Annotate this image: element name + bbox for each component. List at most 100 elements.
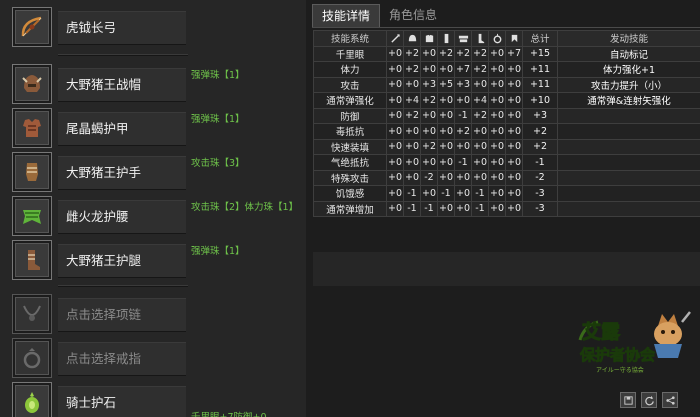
slot-weapon[interactable]: 虎钺长弓 — [0, 7, 306, 47]
table-row: 攻击 +0 +0 +3 +5 +3 +0 +0 +0 +11 攻击力提升（小） — [313, 76, 700, 93]
skill-point-cell: +0 — [386, 45, 404, 62]
slot-talisman-name[interactable]: 骑士护石 — [58, 386, 186, 417]
skill-point-cell: +0 — [505, 154, 523, 171]
table-header-row: 技能系统 总计 发动技能 — [313, 30, 700, 47]
activated-skill-cell: 自动标记 — [557, 45, 700, 62]
talisman-icon[interactable] — [12, 382, 52, 417]
airou-cat-icon — [654, 311, 691, 358]
skill-name-cell: 通常弹增加 — [313, 200, 387, 217]
skill-point-cell: +0 — [505, 200, 523, 217]
slot-ring[interactable]: 点击选择戒指 — [0, 338, 306, 378]
waist-armor-icon[interactable] — [12, 196, 52, 236]
skill-point-cell: +2 — [454, 123, 472, 140]
slot-head-jewel: 强弹珠【1】 — [191, 70, 245, 81]
logo-title-line1: 艾露 — [582, 321, 621, 343]
skill-name-cell: 毒抵抗 — [313, 123, 387, 140]
skill-name-cell: 快速装填 — [313, 138, 387, 155]
skill-point-cell: +0 — [471, 76, 489, 93]
skill-point-cell: +0 — [471, 154, 489, 171]
weapon-icon — [386, 30, 404, 47]
slot-chest-name[interactable]: 尾晶蝎护甲 — [58, 112, 186, 146]
skill-point-cell: -1 — [403, 185, 421, 202]
slot-arms[interactable]: 大野猪王护手 攻击珠【3】 — [0, 152, 306, 192]
header-activated: 发动技能 — [557, 30, 700, 47]
skill-point-cell: +0 — [488, 154, 506, 171]
skill-point-cell: +0 — [420, 185, 438, 202]
logo-subtitle: アイルー守る協会 — [596, 366, 644, 374]
skill-point-cell: +0 — [488, 123, 506, 140]
skill-point-cell: +0 — [420, 154, 438, 171]
slot-legs-name[interactable]: 大野猪王护腿 — [58, 244, 186, 278]
skill-point-cell: +0 — [505, 92, 523, 109]
skill-point-cell: +0 — [437, 107, 455, 124]
skill-point-cell: +0 — [420, 61, 438, 78]
bow-icon[interactable] — [12, 7, 52, 47]
helmet-icon[interactable] — [12, 64, 52, 104]
activated-skill-cell — [557, 154, 700, 171]
skill-name-cell: 气绝抵抗 — [313, 154, 387, 171]
waist-icon — [454, 30, 472, 47]
slot-ring-name[interactable]: 点击选择戒指 — [58, 342, 186, 376]
skill-point-cell: +0 — [386, 76, 404, 93]
divider — [58, 54, 188, 56]
skill-table: 技能系统 总计 发动技能 千里眼 +0 +2 +0 +2 +2 +2 +0 +7 +15 自动标记体… — [313, 30, 700, 217]
skill-point-cell: +0 — [471, 123, 489, 140]
slot-talisman[interactable]: 骑士护石 千里眼+7防御+0 — [0, 382, 306, 417]
gauntlet-icon[interactable] — [12, 152, 52, 192]
skill-point-cell: -1 — [471, 185, 489, 202]
skill-point-cell: -1 — [403, 200, 421, 217]
save-icon[interactable] — [620, 392, 636, 408]
legs-icon — [471, 30, 489, 47]
slot-head-name[interactable]: 大野猪王战帽 — [58, 68, 186, 102]
tab-skill-details[interactable]: 技能详情 — [312, 4, 381, 27]
slot-head[interactable]: 大野猪王战帽 强弹珠【1】 — [0, 64, 306, 104]
share-icon[interactable] — [662, 392, 678, 408]
skill-point-cell: +2 — [437, 45, 455, 62]
skill-name-cell: 饥饿感 — [313, 185, 387, 202]
skill-point-cell: +0 — [437, 169, 455, 186]
slot-weapon-name[interactable]: 虎钺长弓 — [58, 11, 186, 45]
skill-total-cell: +11 — [522, 76, 558, 93]
skill-point-cell: +0 — [386, 61, 404, 78]
slot-necklace[interactable]: 点击选择项链 — [0, 294, 306, 334]
skill-name-cell: 通常弹强化 — [313, 92, 387, 109]
activated-skill-cell — [557, 123, 700, 140]
slot-arms-name[interactable]: 大野猪王护手 — [58, 156, 186, 190]
skill-name-cell: 防御 — [313, 107, 387, 124]
header-total: 总计 — [522, 30, 558, 47]
skill-point-cell: +2 — [471, 61, 489, 78]
ring-icon[interactable] — [12, 338, 52, 378]
table-row: 饥饿感 +0 -1 +0 -1 +0 -1 +0 +0 -3 — [313, 185, 700, 202]
activated-skill-cell — [557, 138, 700, 155]
slot-necklace-name[interactable]: 点击选择项链 — [58, 298, 186, 332]
skill-point-cell: -1 — [454, 154, 472, 171]
necklace-icon[interactable] — [12, 294, 52, 334]
skill-point-cell: +0 — [420, 107, 438, 124]
greaves-icon[interactable] — [12, 240, 52, 280]
skill-point-cell: +2 — [403, 45, 421, 62]
skill-total-cell: -3 — [522, 200, 558, 217]
skill-point-cell: +5 — [437, 76, 455, 93]
refresh-icon[interactable] — [641, 392, 657, 408]
tab-character-info[interactable]: 角色信息 — [380, 4, 446, 27]
table-row: 气绝抵抗 +0 +0 +0 +0 -1 +0 +0 +0 -1 — [313, 154, 700, 171]
skill-point-cell: +0 — [403, 123, 421, 140]
slot-waist-name[interactable]: 雌火龙护腰 — [58, 200, 186, 234]
skill-point-cell: +0 — [403, 76, 421, 93]
skill-table-body: 千里眼 +0 +2 +0 +2 +2 +2 +0 +7 +15 自动标记 体力 +0 +2 +0 +0 +7 +2… — [313, 45, 700, 217]
chest-armor-icon[interactable] — [12, 108, 52, 148]
skill-point-cell: +0 — [386, 92, 404, 109]
slot-chest[interactable]: 尾晶蝎护甲 强弹珠【1】 — [0, 108, 306, 148]
skill-point-cell: +2 — [454, 45, 472, 62]
skill-point-cell: +0 — [386, 185, 404, 202]
skill-total-cell: +2 — [522, 138, 558, 155]
slot-waist[interactable]: 雌火龙护腰 攻击珠【2】体力珠【1】 — [0, 196, 306, 236]
activated-skill-cell — [557, 107, 700, 124]
skill-point-cell: +2 — [471, 45, 489, 62]
slot-legs[interactable]: 大野猪王护腿 强弹珠【1】 — [0, 240, 306, 280]
skill-point-cell: +0 — [488, 61, 506, 78]
skill-point-cell: +7 — [505, 45, 523, 62]
skill-point-cell: +2 — [403, 107, 421, 124]
skill-point-cell: +0 — [386, 107, 404, 124]
skill-point-cell: +0 — [386, 200, 404, 217]
